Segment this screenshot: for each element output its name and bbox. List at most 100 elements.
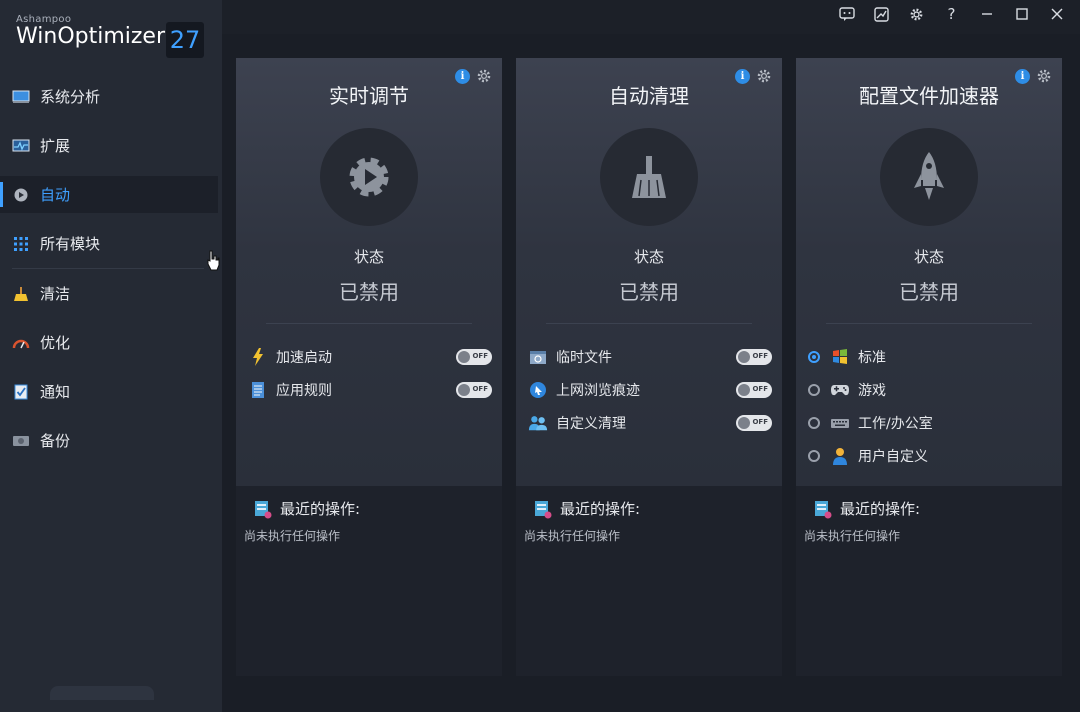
status-label: 状态 [353,248,384,266]
recent-activity: 最近的操作: 尚未执行任何操作 [804,498,1054,544]
sidebar-item-backup[interactable]: 备份 [0,422,222,459]
sidebar-item-system-analysis[interactable]: 系统分析 [0,78,222,115]
status-value: 已禁用 [339,280,399,304]
sidebar-item-label: 自动 [40,186,71,204]
toggle-state: OFF [472,351,488,360]
sidebar-item-optimize[interactable]: 优化 [0,324,222,361]
gear-icon[interactable] [899,2,934,26]
option-label: 应用规则 [276,382,332,399]
toggle-state: OFF [752,384,768,393]
sidebar-item-label: 扩展 [40,137,71,155]
help-icon[interactable]: ? [934,2,969,26]
toggle-knob [738,416,750,429]
option-label: 临时文件 [556,349,612,366]
toggle-state: OFF [472,384,488,393]
option-row: 自定义清理 OFF [528,406,772,439]
card-header: i 实时调节 状态 已禁用 加速启动 OFF 应用规则 OFF [236,58,502,486]
radio-button[interactable] [808,416,820,429]
toggle-switch[interactable]: OFF [456,381,492,398]
status-value: 已禁用 [619,280,679,304]
sidebar-item-label: 系统分析 [40,88,101,106]
radio-button[interactable] [808,383,820,396]
option-row: 临时文件 OFF [528,340,772,373]
broom-icon[interactable] [600,128,698,226]
checklist-icon [12,383,30,401]
gamepad-icon [830,380,850,400]
option-label: 加速启动 [276,349,332,366]
user-icon [830,446,850,466]
radio-button[interactable] [808,350,820,363]
option-row: 加速启动 OFF [248,340,492,373]
keyboard-icon [830,413,850,433]
toggle-switch[interactable]: OFF [736,348,772,365]
sidebar-item-label: 所有模块 [40,235,101,253]
sidebar-divider [12,268,204,269]
chart-icon[interactable] [864,2,899,26]
card-divider [546,323,752,324]
status-value: 已禁用 [899,280,959,304]
toggle-switch[interactable]: OFF [736,381,772,398]
mouse-cursor-icon [206,250,220,276]
option-row: 应用规则 OFF [248,373,492,406]
toggle-knob [458,350,470,363]
recent-header: 最近的操作: [524,498,774,519]
status-label: 状态 [913,248,944,266]
main-panel: i 实时调节 状态 已禁用 加速启动 OFF 应用规则 OFF 最近的操作: 尚… [222,34,1080,712]
recent-text: 尚未执行任何操作 [804,529,901,543]
monitor-icon [12,88,30,106]
sidebar-item-clean[interactable]: 清洁 [0,275,222,312]
rocket-icon[interactable] [880,128,978,226]
radio-row[interactable]: 用户自定义 [808,439,1052,472]
radio-row[interactable]: 工作/办公室 [808,406,1052,439]
toggle-switch[interactable]: OFF [456,348,492,365]
radio-button[interactable] [808,449,820,462]
toggle-knob [738,350,750,363]
recent-log-icon [535,500,552,518]
sidebar-item-auto[interactable]: 自动 [0,176,218,213]
grid-icon [12,235,30,253]
backup-drive-icon [12,432,30,450]
feedback-icon[interactable] [829,2,864,26]
card-title: 配置文件加速器 [859,84,999,108]
option-label: 自定义清理 [556,415,626,432]
toggle-state: OFF [752,351,768,360]
recent-log-icon [815,500,832,518]
card-divider [826,323,1032,324]
radio-label: 游戏 [858,382,886,399]
speedometer-icon [12,334,30,352]
recent-header: 最近的操作: [244,498,494,519]
sidebar-item-extensions[interactable]: 扩展 [0,127,222,164]
toggle-switch[interactable]: OFF [736,414,772,431]
recent-text: 尚未执行任何操作 [244,529,341,543]
card-title: 实时调节 [329,84,409,108]
temp-files-icon [528,347,548,367]
product-name: WinOptimizer [16,24,166,49]
radio-row[interactable]: 标准 [808,340,1052,373]
gear-play-icon[interactable] [320,128,418,226]
windows-logo-icon [830,347,850,367]
sidebar-item-label: 通知 [40,383,71,401]
auto-play-icon [12,186,30,204]
radio-label: 工作/办公室 [858,415,933,432]
sidebar-item-label: 优化 [40,334,71,352]
maximize-icon[interactable] [1004,2,1039,26]
sidebar-item-all-modules[interactable]: 所有模块 [0,225,222,262]
minimize-icon[interactable] [969,2,1004,26]
title-bar: ? [829,2,1074,26]
radio-row[interactable]: 游戏 [808,373,1052,406]
radio-label: 标准 [858,349,886,366]
card-title: 自动清理 [609,84,689,108]
recent-activity: 最近的操作: 尚未执行任何操作 [244,498,494,544]
card-divider [266,323,472,324]
options-list: 临时文件 OFF 上网浏览痕迹 OFF 自定义清理 OFF [528,340,772,439]
radio-label: 用户自定义 [858,448,928,465]
lightning-icon [248,347,268,367]
recent-text: 尚未执行任何操作 [524,529,621,543]
card-auto-clean: i 自动清理 状态 已禁用 临时文件 OFF 上网浏览痕迹 OFF 自定义清理 … [516,58,782,676]
card-header: i 自动清理 状态 已禁用 临时文件 OFF 上网浏览痕迹 OFF 自定义清理 … [516,58,782,486]
sidebar-item-notifications[interactable]: 通知 [0,373,222,410]
recent-label: 最近的操作: [560,500,641,518]
option-row: 上网浏览痕迹 OFF [528,373,772,406]
close-icon[interactable] [1039,2,1074,26]
recent-label: 最近的操作: [280,500,361,518]
